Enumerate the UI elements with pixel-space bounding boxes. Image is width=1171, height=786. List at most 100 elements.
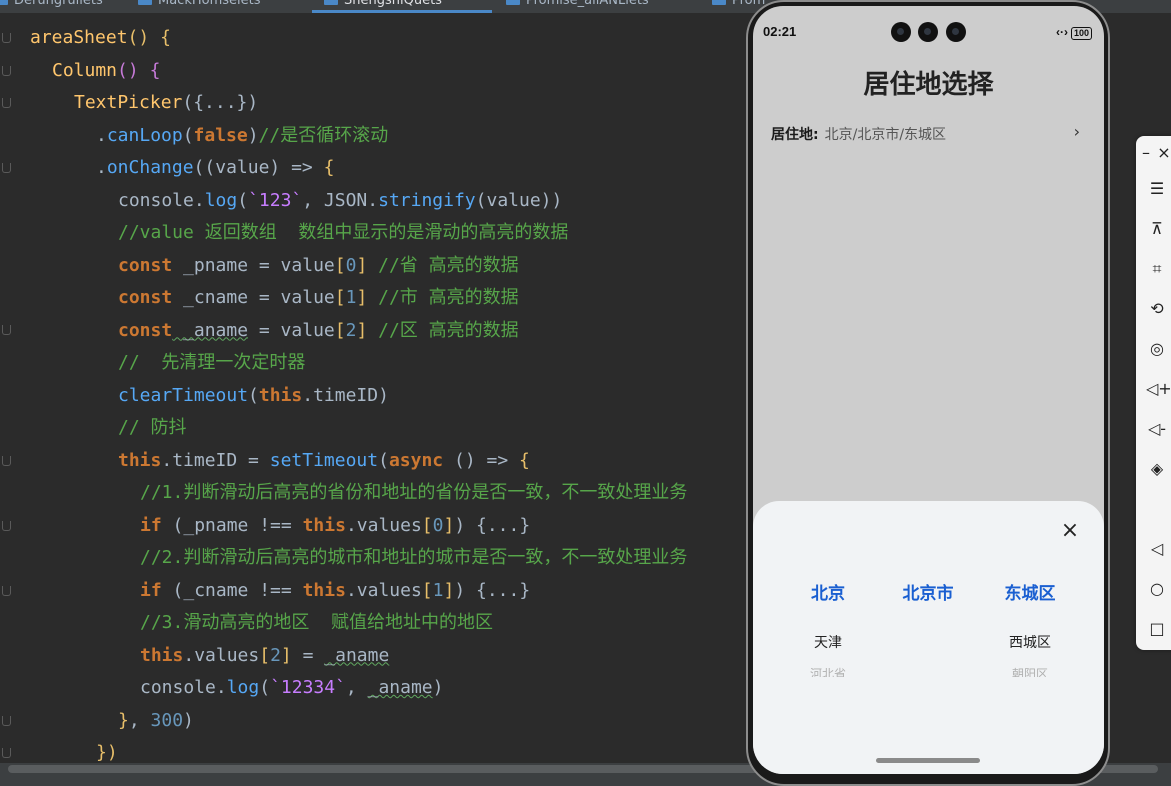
code-token: this — [258, 384, 303, 406]
code-token: ] — [356, 319, 368, 341]
signal-icon: ‹·› — [1055, 25, 1068, 39]
code-token: stringify — [378, 189, 476, 211]
code-token: canLoop — [106, 124, 183, 146]
rotate-icon[interactable]: ⟲ — [1146, 298, 1168, 320]
code-token: ) — [183, 709, 194, 731]
menu-icon[interactable]: ☰ — [1146, 178, 1168, 200]
minimize-icon[interactable]: – — [1138, 142, 1154, 164]
back-icon[interactable]: ◁ — [1146, 538, 1168, 560]
code-token: _cname = value — [172, 287, 335, 308]
address-label: 居住地: — [771, 127, 819, 143]
code-line[interactable]: .canLoop(false)//是否循环滚动 — [96, 120, 388, 152]
code-line[interactable]: TextPicker({...}) — [74, 87, 258, 119]
pin-icon[interactable]: ⊼ — [1146, 218, 1168, 240]
code-line[interactable]: this.values[2] = _aname — [140, 640, 389, 672]
code-line[interactable]: const _aname = value[2] //区 高亮的数据 — [118, 315, 519, 347]
code-token: value — [215, 157, 270, 178]
picker-selected-district: 东城区 — [1004, 584, 1056, 604]
code-token: ] — [356, 287, 368, 308]
fold-icon[interactable] — [2, 716, 11, 726]
home-icon[interactable]: ○ — [1146, 578, 1168, 600]
code-token: setTimeout — [269, 449, 379, 471]
code-token: clearTimeout — [118, 384, 249, 406]
code-token: (( — [193, 157, 216, 178]
picker-option[interactable]: 朝阳区 — [975, 665, 1085, 677]
tab-1[interactable]: MackHomselets — [138, 0, 261, 13]
code-line[interactable]: const _pname = value[0] //省 高亮的数据 — [118, 250, 519, 282]
code-line[interactable]: clearTimeout(this.timeID) — [118, 380, 389, 412]
volume-up-icon[interactable]: ◁+ — [1146, 378, 1171, 400]
code-token: ] — [356, 254, 368, 276]
tab-0[interactable]: Derungruilets — [0, 0, 103, 13]
code-line[interactable]: this.timeID = setTimeout(async () => { — [118, 445, 530, 477]
tab-3[interactable]: Promise_allANLlets — [506, 0, 649, 13]
screenshot-icon[interactable]: ◎ — [1146, 338, 1168, 360]
shake-icon[interactable]: ◈ — [1146, 458, 1168, 480]
fold-icon[interactable] — [2, 586, 11, 596]
close-icon[interactable]: × — [1058, 519, 1082, 543]
code-line[interactable]: // 先清理一次定时器 — [118, 347, 305, 379]
picker-selected-province: 北京 — [811, 584, 845, 604]
code-line[interactable]: // 防抖 — [118, 412, 187, 444]
code-token: ) {...} — [454, 514, 531, 536]
code-line[interactable]: console.log(`123`, JSON.stringify(value)… — [118, 185, 562, 217]
code-line[interactable]: if (_pname !== this.values[0]) {...} — [140, 510, 530, 542]
code-token: 1 — [432, 579, 444, 601]
code-token: () => — [443, 449, 519, 471]
code-token: [ — [334, 287, 346, 308]
picker-option[interactable] — [873, 665, 983, 677]
home-indicator[interactable] — [876, 758, 980, 763]
code-line[interactable]: Column() { — [52, 55, 160, 87]
code-line[interactable]: //3.滑动高亮的地区 赋值给地址中的地区 — [140, 607, 493, 639]
code-line[interactable]: console.log(`12334`, _aname) — [140, 672, 443, 704]
page-title: 居住地选择 — [863, 70, 994, 100]
address-row[interactable]: 居住地: 北京/北京市/东城区 › — [771, 122, 1086, 146]
code-line[interactable]: //1.判断滑动后高亮的省份和地址的省份是否一致，不一致处理业务 — [140, 477, 687, 509]
code-token: if — [140, 514, 162, 536]
code-line[interactable]: //2.判断滑动后高亮的城市和地址的城市是否一致，不一致处理业务 — [140, 542, 687, 574]
code-token: () — [127, 27, 150, 48]
code-line[interactable]: areaSheet() { — [30, 22, 171, 54]
code-line[interactable]: const _cname = value[1] //市 高亮的数据 — [118, 282, 519, 314]
code-token: _pname = value — [172, 254, 335, 276]
fold-icon[interactable] — [2, 521, 11, 531]
close-icon[interactable]: × — [1156, 142, 1171, 164]
code-token: ) — [247, 124, 259, 146]
code-token: 0 — [432, 514, 444, 536]
code-line[interactable]: if (_cname !== this.values[1]) {...} — [140, 575, 530, 607]
code-token: onChange — [106, 157, 194, 178]
phone-screen: 02:21 ‹·› 100 居住地选择 居住地: 北京/北京市/东城区 › × 北京… — [753, 6, 1104, 774]
code-token: , — [128, 709, 151, 731]
fold-icon[interactable] — [2, 163, 11, 173]
crop-icon[interactable]: ⌗ — [1146, 258, 1168, 280]
code-token: ] — [280, 644, 292, 666]
code-token: { — [160, 27, 171, 48]
code-token: const — [118, 254, 173, 276]
picker-option[interactable]: 西城区 — [975, 632, 1085, 652]
code-token: //1.判断滑动后高亮的省份和地址的省份是否一致，不一致处理业务 — [140, 482, 688, 503]
picker-option[interactable]: 河北省 — [773, 665, 883, 677]
fold-icon[interactable] — [2, 33, 11, 43]
code-line[interactable]: }, 300) — [118, 705, 194, 737]
code-token: 300 — [150, 709, 184, 731]
status-bar: 02:21 ‹·› 100 — [753, 6, 1104, 46]
picker-option[interactable]: 天津 — [773, 632, 883, 652]
fold-icon[interactable] — [2, 748, 11, 758]
fold-icon[interactable] — [2, 98, 11, 108]
fold-icon[interactable] — [2, 66, 11, 76]
fold-icon[interactable] — [2, 325, 11, 335]
code-token: false — [193, 124, 248, 146]
file-icon — [138, 0, 152, 5]
recents-icon[interactable]: □ — [1146, 618, 1168, 640]
picker-selected-city: 北京市 — [902, 584, 954, 604]
code-line[interactable]: //value 返回数组 数组中显示的是滑动的高亮的数据 — [118, 217, 568, 249]
code-token: .values — [183, 644, 260, 666]
code-token: console. — [118, 189, 205, 211]
code-token: . — [96, 157, 107, 178]
volume-down-icon[interactable]: ◁- — [1146, 418, 1168, 440]
code-token: { — [519, 449, 530, 471]
code-line[interactable]: .onChange((value) => { — [96, 152, 334, 184]
code-token: ({...}) — [182, 92, 259, 113]
code-token: // 防抖 — [118, 417, 187, 438]
fold-icon[interactable] — [2, 456, 11, 466]
